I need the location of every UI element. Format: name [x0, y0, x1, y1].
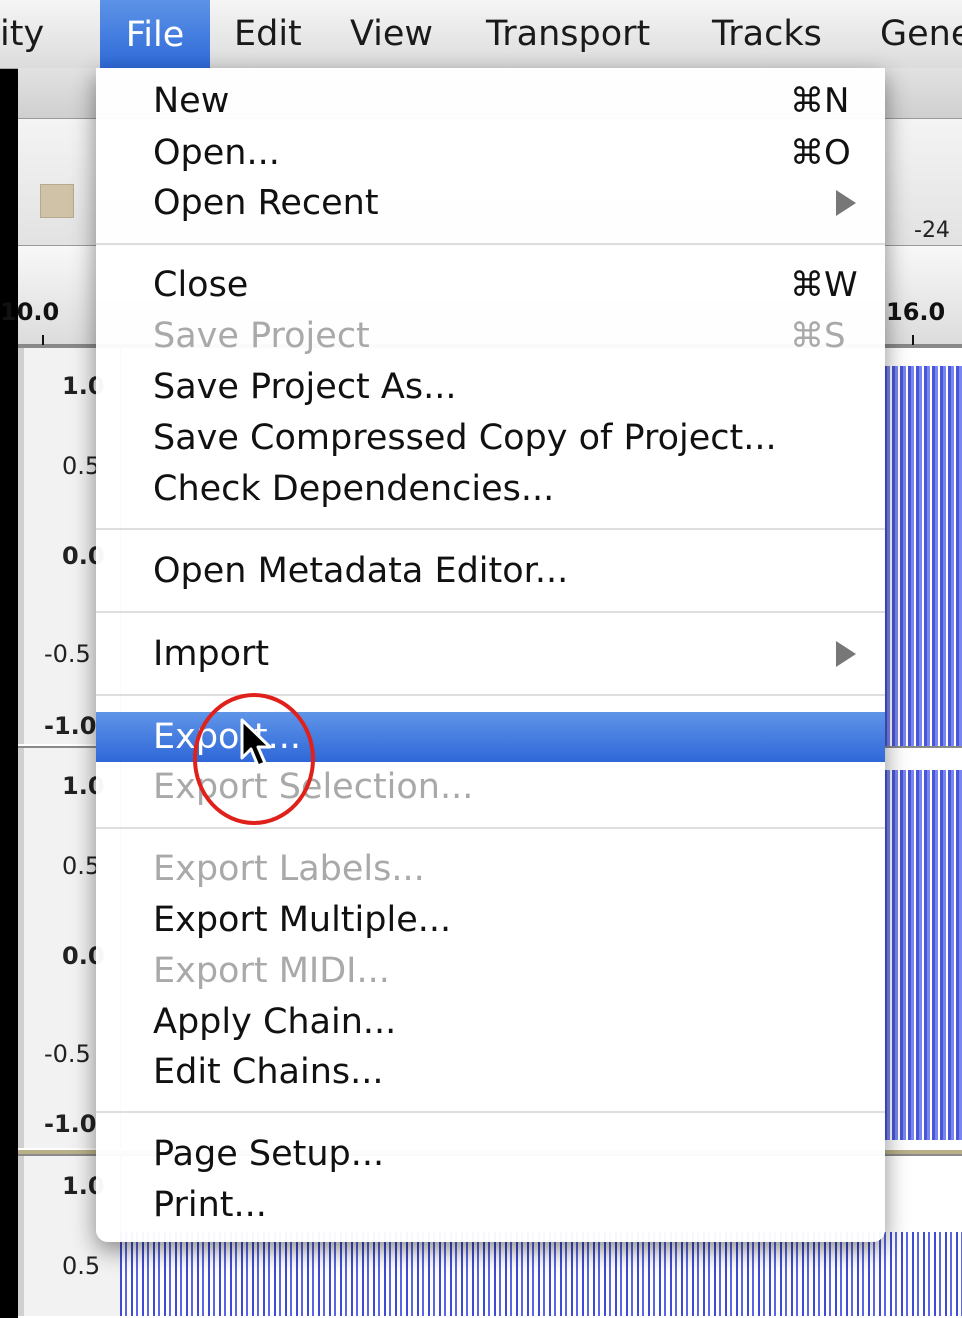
menu-item-close[interactable]: Close ⌘W [96, 260, 885, 310]
menu-item-label: Save Compressed Copy of Project... [153, 418, 777, 458]
menu-item-save-compressed-copy[interactable]: Save Compressed Copy of Project... [96, 413, 885, 463]
menu-item-label: Check Dependencies... [153, 469, 555, 509]
menu-item-label: Apply Chain... [153, 1002, 397, 1042]
menu-item-export-midi: Export MIDI... [96, 946, 885, 996]
menu-item-page-setup[interactable]: Page Setup... [96, 1129, 885, 1179]
menu-file[interactable]: File [100, 0, 210, 68]
vruler-label: -0.5 [44, 640, 91, 668]
chevron-right-icon [836, 641, 856, 667]
menu-item-open-recent[interactable]: Open Recent [96, 178, 885, 228]
color-swatch[interactable] [40, 184, 74, 218]
ruler-tick [42, 335, 44, 345]
vruler-label: -1.0 [44, 712, 97, 740]
menu-bar: ity File Edit View Transport Tracks Gene [0, 0, 962, 69]
menu-generate[interactable]: Gene [880, 14, 962, 54]
chevron-right-icon [836, 190, 856, 216]
menu-item-apply-chain[interactable]: Apply Chain... [96, 997, 885, 1047]
vruler-label: -1.0 [44, 1110, 97, 1138]
menu-item-metadata-editor[interactable]: Open Metadata Editor... [96, 546, 885, 596]
menu-item-save-project: Save Project ⌘S [96, 311, 885, 361]
menu-item-print[interactable]: Print... [96, 1180, 885, 1230]
shortcut-label: ⌘S [790, 316, 846, 356]
menu-item-label: Save Project [153, 316, 370, 356]
menu-item-new[interactable]: New ⌘N [96, 76, 885, 126]
arrow-cursor-icon [240, 718, 272, 768]
menu-separator [96, 611, 885, 613]
shortcut-label: ⌘O [790, 133, 851, 173]
shortcut-label: ⌘N [790, 81, 850, 121]
meter-label: -24 [914, 218, 950, 243]
menu-item-label: Import [153, 634, 270, 674]
menu-item-label: Close [153, 265, 249, 305]
vruler-label: 0.5 [62, 852, 101, 880]
menu-edit[interactable]: Edit [234, 14, 302, 54]
menu-item-export-labels: Export Labels... [96, 844, 885, 894]
menu-item-label: Open Metadata Editor... [153, 551, 569, 591]
menu-separator [96, 243, 885, 245]
menu-separator [96, 827, 885, 829]
menu-item-label: Page Setup... [153, 1134, 385, 1174]
menu-item-export-multiple[interactable]: Export Multiple... [96, 895, 885, 945]
menu-item-label: Export Multiple... [153, 900, 452, 940]
menu-item-import[interactable]: Import [96, 629, 885, 679]
menu-separator [96, 694, 885, 696]
vruler-label: -0.5 [44, 1040, 91, 1068]
waveform [884, 366, 962, 746]
menu-item-save-project-as[interactable]: Save Project As... [96, 362, 885, 412]
menu-item-label: New [153, 81, 230, 121]
ruler-label-right: 16.0 [886, 298, 946, 326]
menu-item-label: Save Project As... [153, 367, 457, 407]
menu-item-check-dependencies[interactable]: Check Dependencies... [96, 464, 885, 514]
menu-view[interactable]: View [350, 14, 433, 54]
menu-item-open[interactable]: Open... ⌘O [96, 128, 885, 178]
waveform [884, 770, 962, 1140]
ruler-label-left: 10.0 [0, 298, 60, 326]
menu-transport[interactable]: Transport [486, 14, 650, 54]
menu-item-label: Print... [153, 1185, 267, 1225]
menu-tracks[interactable]: Tracks [712, 14, 822, 54]
waveform [120, 1232, 962, 1316]
vruler-label: 0.5 [62, 1252, 101, 1280]
menu-item-label: Export MIDI... [153, 951, 390, 991]
file-menu: New ⌘N Open... ⌘O Open Recent Close ⌘W S… [96, 68, 885, 1242]
menu-item-label: Export Labels... [153, 849, 425, 889]
menu-separator [96, 1111, 885, 1113]
menu-item-label: Open Recent [153, 183, 379, 223]
menu-app[interactable]: ity [0, 14, 44, 54]
ruler-tick [912, 335, 914, 345]
shortcut-label: ⌘W [790, 265, 858, 305]
menu-item-label: Open... [153, 133, 280, 173]
vruler-label: 0.5 [62, 452, 101, 480]
menu-item-label: Edit Chains... [153, 1052, 384, 1092]
menu-item-edit-chains[interactable]: Edit Chains... [96, 1047, 885, 1097]
menu-separator [96, 528, 885, 530]
